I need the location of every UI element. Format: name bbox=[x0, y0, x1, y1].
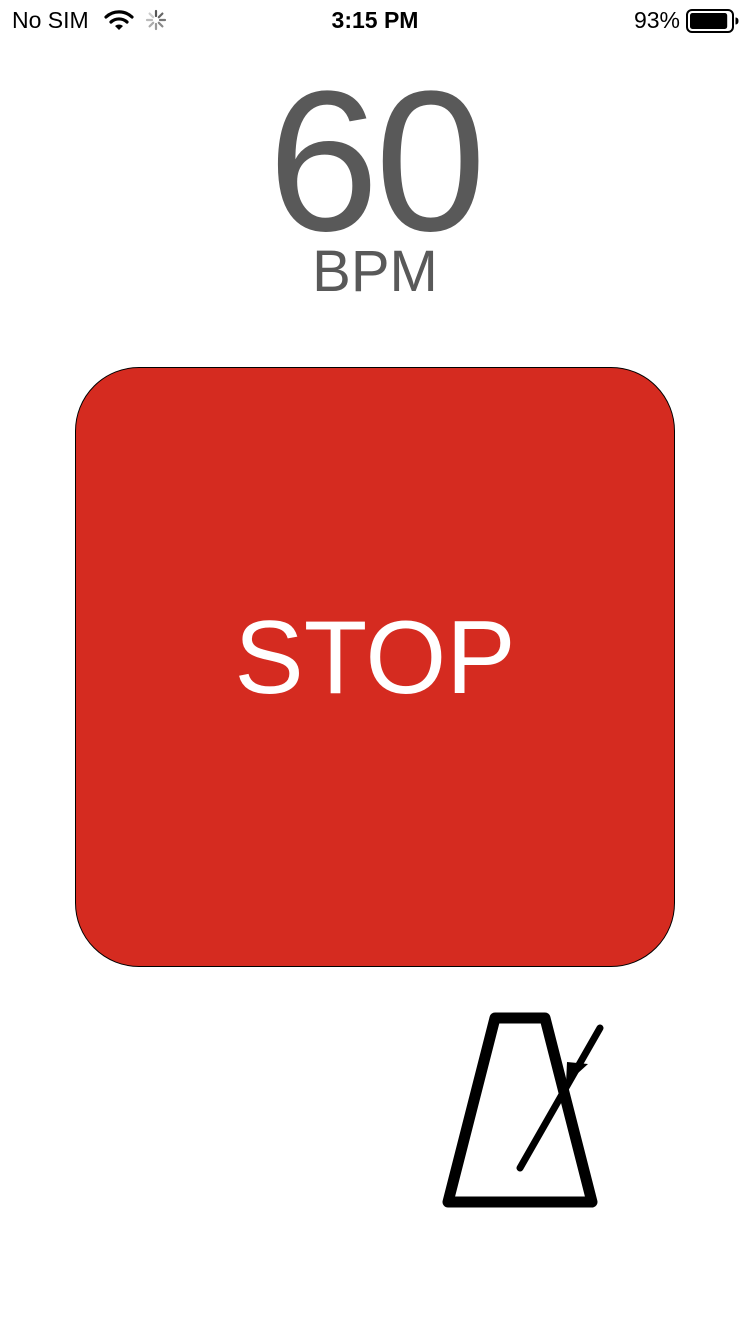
battery-percent: 93% bbox=[633, 7, 680, 33]
status-bar: No SIM 3:15 PM 93% bbox=[0, 0, 750, 40]
metronome-icon[interactable] bbox=[440, 1010, 610, 1210]
tempo-unit-label: BPM bbox=[312, 239, 438, 304]
tempo-value: 60 bbox=[267, 50, 486, 273]
stop-button-label: STOP bbox=[234, 600, 516, 716]
battery-icon bbox=[686, 9, 739, 33]
battery-level-fill bbox=[690, 13, 728, 29]
stop-button[interactable]: STOP bbox=[75, 367, 675, 967]
